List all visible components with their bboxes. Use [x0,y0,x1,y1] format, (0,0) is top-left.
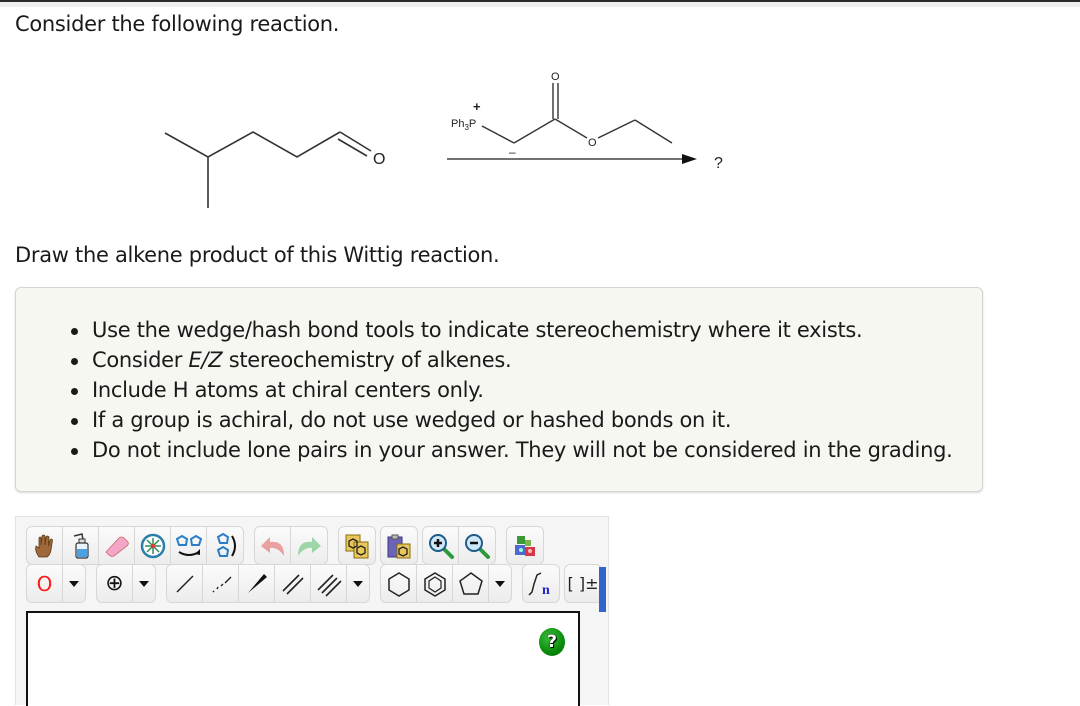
sgroup-button[interactable]: n [523,565,559,602]
flip-horizontal-button[interactable] [171,527,207,564]
wedge-bond-button[interactable] [239,565,275,602]
triple-bond-icon [316,573,342,597]
ylide-reagent [481,83,673,144]
undo-button[interactable] [255,527,291,564]
zoom-in-button[interactable] [423,527,459,564]
snowflake-icon [140,533,165,558]
wedge-bond-icon [247,573,267,593]
redo-button[interactable] [291,527,327,564]
drawing-canvas[interactable]: ? [26,611,580,706]
ylide-ph3-label: Ph3P [451,118,476,132]
toolbar-row-1 [26,526,548,565]
benzene-button[interactable] [417,565,453,602]
zoom-out-icon [465,533,490,559]
sgroup-icon: n [528,571,550,598]
chevron-down-icon [139,580,149,587]
atom-tool-button[interactable]: O [27,565,63,602]
hand-tool-button[interactable] [27,527,63,564]
chevron-down-icon [69,580,79,587]
question-prompt: Draw the alkene product of this Wittig r… [15,243,500,267]
double-bond-button[interactable] [275,565,311,602]
bracket-button[interactable]: [ ]± [565,565,601,602]
bond-dropdown-button[interactable] [347,565,369,602]
ester-oxygen-label: O [588,137,597,149]
atom-dropdown-button[interactable] [63,565,85,602]
flip-vertical-button[interactable] [207,527,243,564]
instruction-item: If a group is achiral, do not use wedged… [71,405,982,435]
templates-icon [515,535,535,556]
instruction-item: Use the wedge/hash bond tools to indicat… [71,315,982,345]
wash-bottle-icon [73,532,89,559]
accent-scroll-indicator [599,567,606,612]
charge-dropdown-button[interactable] [133,565,155,602]
reaction-arrow [447,154,697,164]
reaction-scheme: O Ph3P + – O O ? [164,71,723,208]
cyclopentane-button[interactable] [453,565,489,602]
center-tool-button[interactable] [135,527,171,564]
benzene-icon [423,571,446,597]
product-unknown: ? [714,155,723,172]
instruction-item: Do not include lone pairs in your answer… [71,435,982,465]
chevron-down-icon [353,580,363,587]
question-mark-icon: ? [547,632,557,652]
hash-bond-icon [212,576,231,592]
aldehyde-reactant [164,131,372,208]
molecule-editor: O ⊕ n []± ? [15,516,609,706]
hand-icon [34,534,53,557]
bracket-icon: [ ]± [567,574,599,593]
ring-dropdown-button[interactable] [489,565,511,602]
instruction-item: Include H atoms at chiral centers only. [71,375,982,405]
top-strip [0,2,1080,7]
eraser-icon [104,536,129,557]
svg-text:n: n [542,583,550,598]
erase-tool-button[interactable] [99,527,135,564]
copy-icon [345,534,369,558]
flip-vertical-icon [216,532,236,557]
toolbar-row-2: O ⊕ n []± [26,564,606,603]
clean-tool-button[interactable] [63,527,99,564]
double-bond-icon [281,573,304,595]
question-intro: Consider the following reaction. [15,12,340,36]
instructions-list: Use the wedge/hash bond tools to indicat… [16,288,982,465]
zoom-in-icon [428,533,454,559]
carbonyl-oxygen-label: O [551,71,560,83]
chevron-down-icon [495,580,505,587]
copy-button[interactable] [339,527,375,564]
flip-horizontal-icon [175,534,202,556]
single-bond-icon [175,574,194,593]
triple-bond-button[interactable] [311,565,347,602]
redo-icon [298,536,321,556]
cyclopentane-icon [458,571,483,595]
hash-bond-button[interactable] [203,565,239,602]
undo-icon [260,536,284,556]
atom-oxygen-label: O [36,571,53,596]
templates-button[interactable] [507,527,543,564]
cyclohexane-button[interactable] [381,565,417,602]
phosphonium-plus: + [473,99,481,114]
charge-tool-button[interactable]: ⊕ [97,565,133,602]
zoom-out-button[interactable] [459,527,495,564]
cyclohexane-icon [387,571,410,597]
help-button[interactable]: ? [539,628,565,656]
instructions-box: Use the wedge/hash bond tools to indicat… [15,287,983,492]
paste-button[interactable] [381,527,417,564]
carbanion-minus: – [509,145,516,159]
instruction-item: Consider E/Z stereochemistry of alkenes. [71,345,982,375]
plus-charge-icon: ⊕ [105,571,124,596]
single-bond-button[interactable] [167,565,203,602]
paste-icon [387,534,411,558]
aldehyde-oxygen-label: O [373,151,385,168]
